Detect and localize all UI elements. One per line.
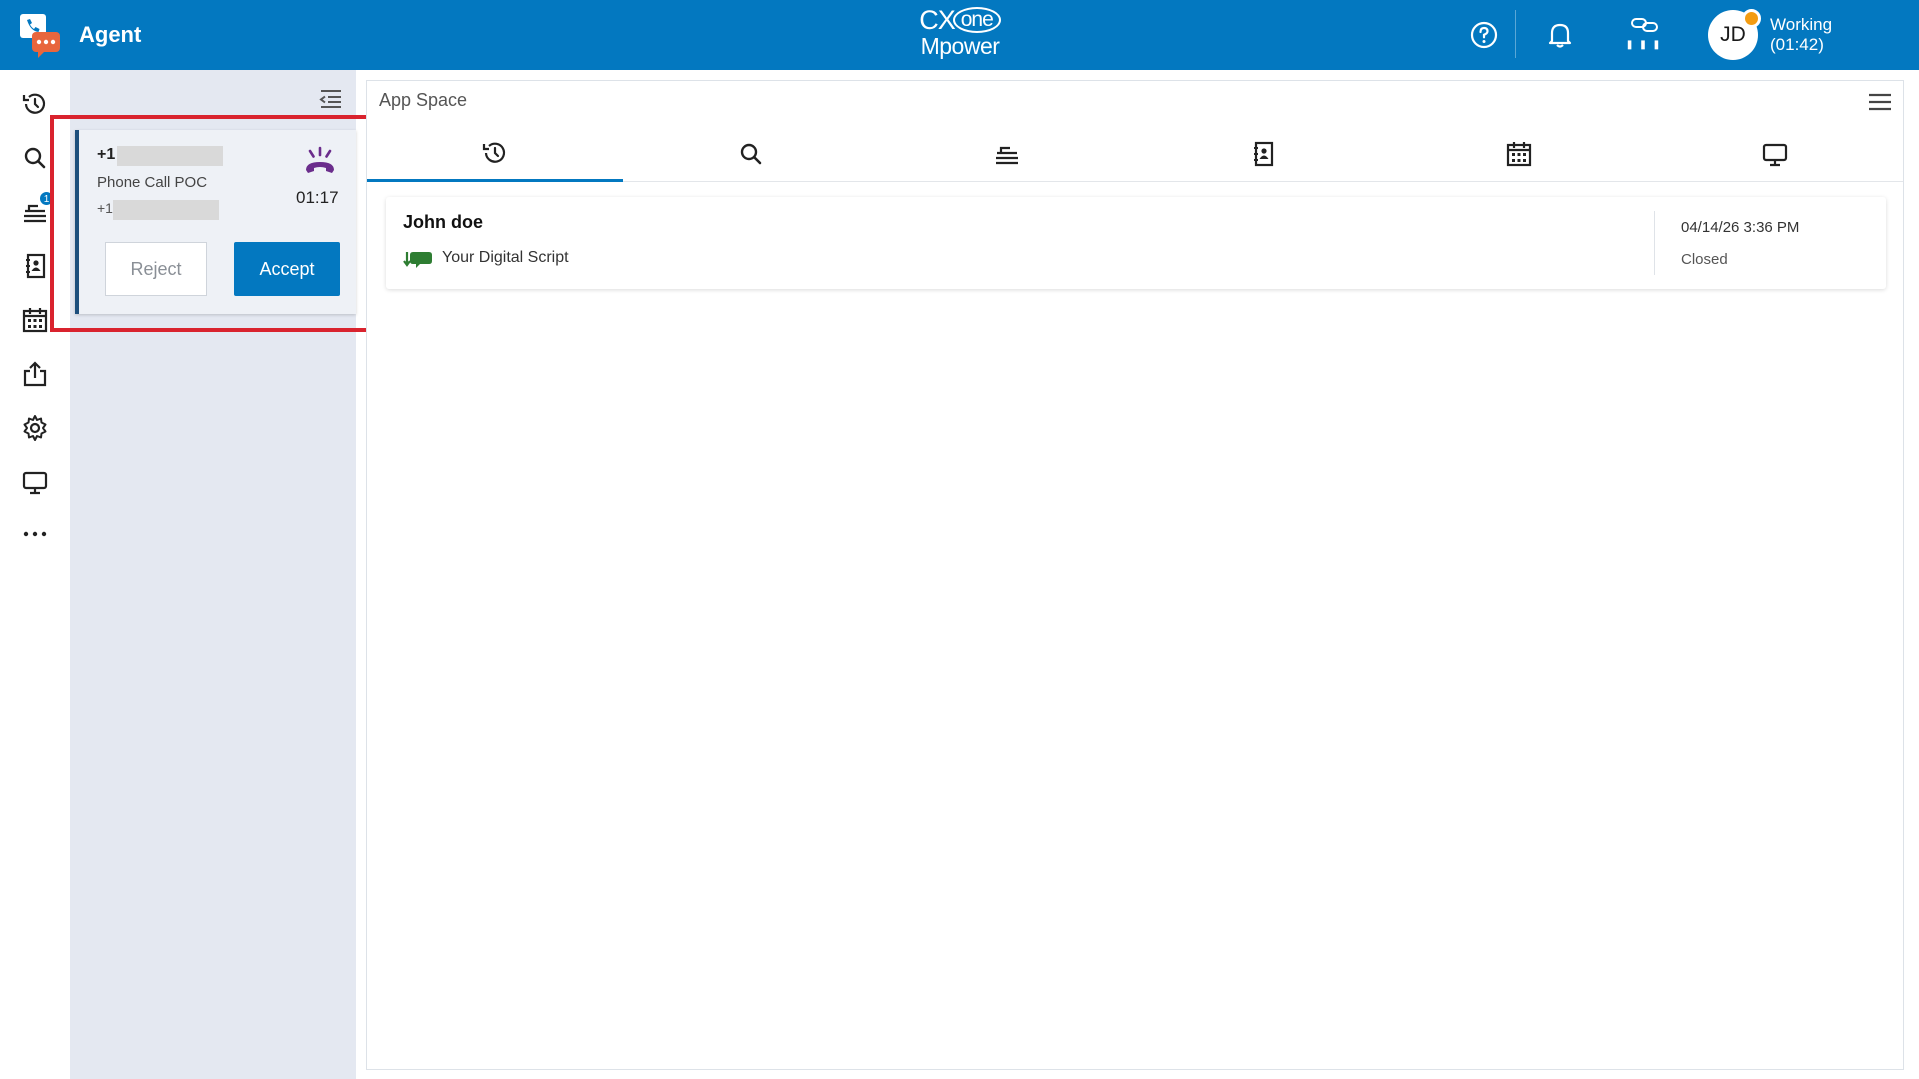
reject-button[interactable]: Reject <box>105 242 207 296</box>
rail-screen-button[interactable] <box>17 464 53 500</box>
app-space-title: App Space <box>379 90 468 110</box>
tab-history[interactable] <box>367 126 623 182</box>
tab-search[interactable] <box>623 126 879 182</box>
signal-bars-icon[interactable] <box>1626 34 1660 54</box>
hamburger-menu-icon[interactable] <box>1867 91 1893 113</box>
more-icon <box>23 531 47 537</box>
history-icon <box>22 93 46 114</box>
agent-state-label: Working <box>1770 15 1833 34</box>
rail-share-button[interactable] <box>17 356 53 392</box>
search-icon <box>740 143 762 165</box>
agent-status-indicator <box>1742 9 1761 28</box>
monitor-icon <box>22 471 48 495</box>
tab-contacts[interactable] <box>1135 126 1391 182</box>
tab-screen[interactable] <box>1647 126 1903 182</box>
contact-skill: Your Digital Script <box>442 249 569 266</box>
redacted-number-mask <box>113 200 219 220</box>
app-title: Agent <box>79 22 142 47</box>
call-timer: 01:17 <box>296 188 339 207</box>
rail-history-button[interactable] <box>17 86 53 122</box>
search-icon <box>24 147 46 169</box>
row-divider <box>1654 211 1655 275</box>
brand-mpower: Mpower <box>920 33 1000 59</box>
accept-button[interactable]: Accept <box>234 242 340 296</box>
tab-calendar[interactable] <box>1391 126 1647 182</box>
rail-queue-button[interactable]: 1 <box>17 191 54 230</box>
contacts-book-icon <box>26 253 46 279</box>
agent-state-timer: (01:42) <box>1770 35 1824 54</box>
call-skill-name: Phone Call POC <box>97 174 208 191</box>
collapse-panel-icon[interactable] <box>318 88 344 112</box>
queue-badge: 1 <box>39 191 54 206</box>
inbound-chat-icon <box>403 248 433 270</box>
rail-more-button[interactable] <box>17 516 53 552</box>
bell-icon[interactable] <box>1543 18 1577 52</box>
help-icon[interactable] <box>1467 18 1501 52</box>
contact-status: Closed <box>1681 251 1728 268</box>
caller-number: +1 <box>97 146 116 163</box>
rail-contacts-button[interactable] <box>17 248 53 284</box>
incoming-call-card[interactable]: +1 Phone Call POC +1 01:17 Reject Accept <box>75 130 356 314</box>
contacts-book-icon <box>1254 141 1274 167</box>
contact-date: 04/14/26 3:36 PM <box>1681 219 1800 236</box>
left-nav-rail: 1 <box>0 70 70 1079</box>
top-header: Agent CX one Mpower JD Working (01:42) <box>0 0 1919 70</box>
agent-app-logo <box>18 12 62 58</box>
tab-queue[interactable] <box>879 126 1135 182</box>
rail-calendar-button[interactable] <box>17 302 53 338</box>
interaction-history-row[interactable]: John doe Your Digital Script 04/14/26 3:… <box>386 197 1886 289</box>
rail-settings-button[interactable] <box>17 410 53 446</box>
redacted-number-mask <box>117 146 223 166</box>
brand-cx: CX <box>919 5 956 35</box>
queue-icon <box>996 146 1018 165</box>
calendar-icon <box>1506 142 1532 167</box>
brand-one: one <box>952 7 1001 33</box>
cxone-mpower-logo: CX one Mpower <box>914 7 1006 61</box>
calendar-icon <box>22 308 48 333</box>
monitor-icon <box>1762 143 1788 167</box>
dialed-number: +1 <box>97 200 113 216</box>
header-divider <box>1515 10 1516 58</box>
rail-search-button[interactable] <box>17 140 53 176</box>
history-icon <box>482 142 506 163</box>
app-space-tabs <box>367 126 1903 182</box>
share-icon <box>23 361 47 387</box>
ringing-phone-icon <box>303 146 337 176</box>
gear-icon <box>23 415 47 441</box>
contact-name: John doe <box>403 212 483 232</box>
app-space: App Space John doe Your Digital Script 0… <box>366 80 1904 1070</box>
agent-state[interactable]: Working (01:42) <box>1770 15 1832 55</box>
